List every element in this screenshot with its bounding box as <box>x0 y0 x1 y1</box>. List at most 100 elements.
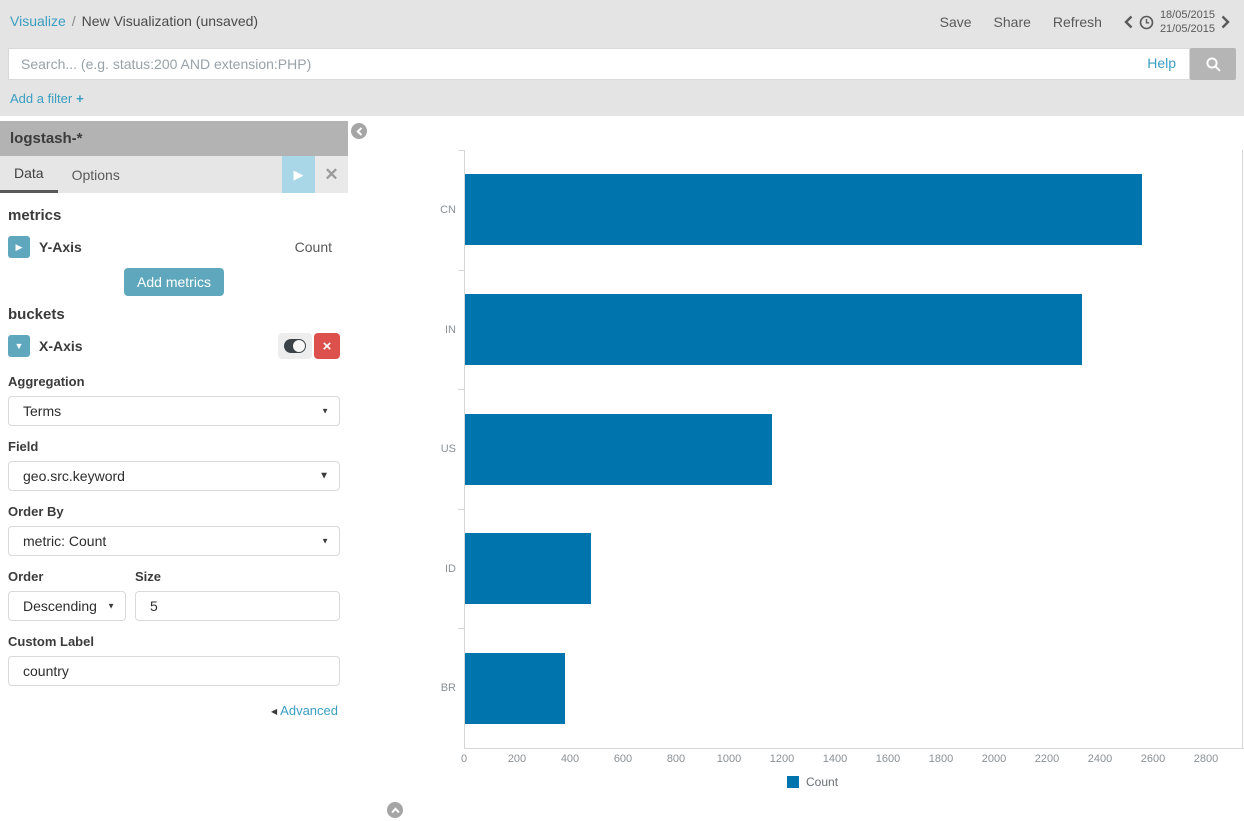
sidebar-content: metrics ▶ Y-Axis Count Add metrics bucke… <box>0 193 348 720</box>
toggle-icon <box>284 339 306 353</box>
chart-bar-CN[interactable] <box>465 174 1142 245</box>
index-pattern-header: logstash-* <box>0 121 348 156</box>
aggregation-selected-value: Terms <box>23 403 61 419</box>
legend-label: Count <box>806 775 838 789</box>
date-from: 18/05/2015 <box>1160 8 1215 22</box>
sidebar-tabs: Data Options ▶ ✕ <box>0 156 348 193</box>
add-filter-link[interactable]: Add a filter <box>10 91 72 106</box>
category-label-US: US <box>404 389 456 509</box>
breadcrumb-visualize-link[interactable]: Visualize <box>10 13 66 29</box>
aggregation-label: Aggregation <box>8 374 340 389</box>
x-tick-label-200: 200 <box>487 753 547 765</box>
chart-bar-IN[interactable] <box>465 294 1082 365</box>
apply-changes-button[interactable]: ▶ <box>282 156 315 193</box>
x-tick-label-2400: 2400 <box>1070 753 1130 765</box>
order-by-select[interactable]: metric: Count ▼ <box>8 526 340 556</box>
collapse-bucket-button[interactable]: ▼ <box>8 335 30 357</box>
time-picker: 18/05/2015 21/05/2015 <box>1124 8 1230 36</box>
x-tick-label-1000: 1000 <box>699 753 759 765</box>
aggregation-select[interactable]: Terms ▼ <box>8 396 340 426</box>
caret-down-icon: ▼ <box>321 407 329 416</box>
y-axis-tick <box>458 270 464 271</box>
chart-bar-BR[interactable] <box>465 653 565 724</box>
x-tick-label-400: 400 <box>540 753 600 765</box>
advanced-row: ◀Advanced <box>8 702 340 720</box>
tab-data[interactable]: Data <box>0 156 58 193</box>
caret-down-icon: ▼ <box>319 471 329 482</box>
chart-bar-US[interactable] <box>465 414 772 485</box>
y-axis-tick <box>458 150 464 151</box>
collapse-spy-panel-button[interactable] <box>387 802 403 818</box>
chevron-left-icon <box>1124 15 1133 29</box>
order-select[interactable]: Descending ▼ <box>8 591 126 621</box>
breadcrumb-row: Visualize/New Visualization (unsaved) Sa… <box>0 0 1244 42</box>
metrics-heading: metrics <box>8 207 340 224</box>
visualization-editor-sidebar: logstash-* Data Options ▶ ✕ metrics ▶ Y-… <box>0 121 348 821</box>
bucket-x-axis-row: ▼ X-Axis × <box>8 331 340 361</box>
share-button[interactable]: Share <box>994 14 1031 30</box>
search-icon <box>1205 56 1222 73</box>
discard-changes-button[interactable]: ✕ <box>315 156 348 193</box>
chevron-down-icon: ▼ <box>15 341 24 351</box>
date-to: 21/05/2015 <box>1160 22 1215 36</box>
add-metrics-button[interactable]: Add metrics <box>124 268 224 296</box>
size-input[interactable] <box>135 591 340 621</box>
x-tick-label-1400: 1400 <box>805 753 865 765</box>
top-bar: Visualize/New Visualization (unsaved) Sa… <box>0 0 1244 116</box>
chart-right-border <box>1242 150 1243 748</box>
enable-bucket-toggle[interactable] <box>278 333 312 359</box>
field-selected-value: geo.src.keyword <box>23 468 125 484</box>
plus-icon[interactable]: + <box>76 91 84 106</box>
save-button[interactable]: Save <box>940 14 972 30</box>
chevron-left-icon <box>356 127 363 136</box>
chart-bar-ID[interactable] <box>465 533 591 604</box>
clock-icon[interactable] <box>1139 15 1154 30</box>
custom-label-label: Custom Label <box>8 634 340 649</box>
close-icon: × <box>323 338 332 355</box>
date-range[interactable]: 18/05/2015 21/05/2015 <box>1160 8 1215 36</box>
chevron-up-icon <box>391 807 400 814</box>
collapse-sidebar-button[interactable] <box>351 123 367 139</box>
order-by-label: Order By <box>8 504 340 519</box>
help-link[interactable]: Help <box>1147 55 1176 71</box>
triangle-left-icon: ◀ <box>271 707 277 716</box>
x-tick-label-1200: 1200 <box>752 753 812 765</box>
field-label: Field <box>8 439 340 454</box>
order-by-selected-value: metric: Count <box>23 533 106 549</box>
close-icon: ✕ <box>324 165 338 185</box>
breadcrumb-page-title: New Visualization (unsaved) <box>82 13 258 29</box>
y-axis-tick <box>458 389 464 390</box>
refresh-button[interactable]: Refresh <box>1053 14 1102 30</box>
metric-value: Count <box>295 239 332 255</box>
time-forward-button[interactable] <box>1221 15 1230 29</box>
order-size-row: Order Descending ▼ Size <box>8 556 340 621</box>
bucket-label[interactable]: X-Axis <box>39 338 83 354</box>
search-button[interactable] <box>1190 48 1236 80</box>
category-label-ID: ID <box>404 509 456 629</box>
x-tick-label-800: 800 <box>646 753 706 765</box>
category-label-BR: BR <box>404 628 456 748</box>
chevron-right-icon <box>1221 15 1230 29</box>
time-back-button[interactable] <box>1124 15 1133 29</box>
caret-down-icon: ▼ <box>107 602 115 611</box>
breadcrumb: Visualize/New Visualization (unsaved) <box>10 13 258 29</box>
x-tick-label-2800: 2800 <box>1176 753 1236 765</box>
tabs-spacer <box>134 156 282 193</box>
expand-metric-button[interactable]: ▶ <box>8 236 30 258</box>
legend-item-count[interactable]: Count <box>787 775 838 789</box>
caret-down-icon: ▼ <box>321 537 329 546</box>
tab-options[interactable]: Options <box>58 156 134 193</box>
x-tick-label-2000: 2000 <box>964 753 1024 765</box>
play-icon: ▶ <box>294 167 304 183</box>
metric-label[interactable]: Y-Axis <box>39 239 82 255</box>
size-label: Size <box>135 569 340 584</box>
x-tick-label-2600: 2600 <box>1123 753 1183 765</box>
custom-label-input[interactable] <box>8 656 340 686</box>
category-label-CN: CN <box>404 150 456 270</box>
remove-bucket-button[interactable]: × <box>314 333 340 359</box>
nav-actions: Save Share Refresh 18/05/2015 21/05/2015 <box>940 8 1230 36</box>
field-select[interactable]: geo.src.keyword ▼ <box>8 461 340 491</box>
category-label-IN: IN <box>404 270 456 390</box>
advanced-toggle-link[interactable]: ◀Advanced <box>271 703 338 718</box>
search-input[interactable] <box>8 48 1190 80</box>
